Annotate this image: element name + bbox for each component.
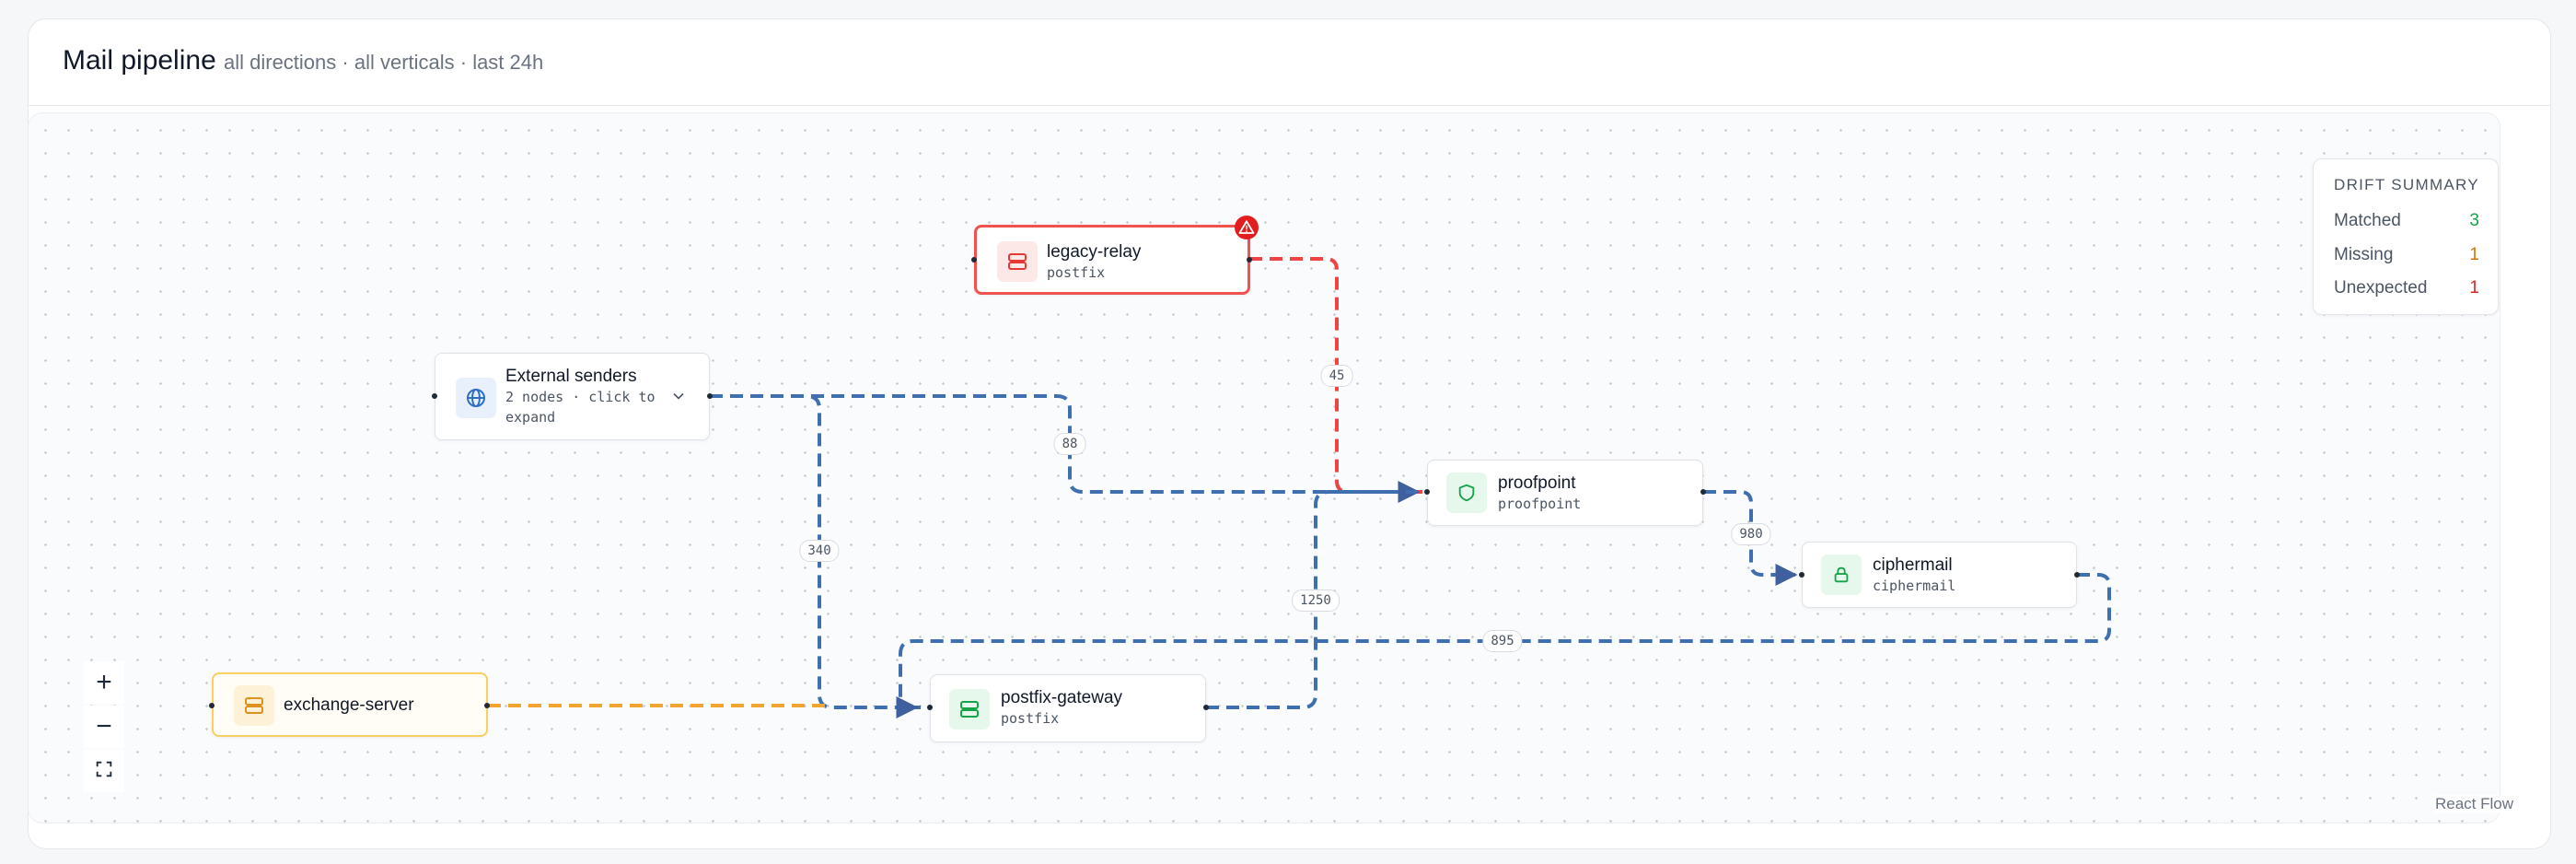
source-handle[interactable] bbox=[1203, 705, 1209, 710]
error-badge-icon bbox=[1235, 216, 1259, 239]
drift-summary-title: DRIFT SUMMARY bbox=[2334, 176, 2479, 193]
edge-label-88: 88 bbox=[1053, 433, 1086, 455]
edge-label-45: 45 bbox=[1320, 365, 1353, 387]
node-sublabel: postfix bbox=[1047, 264, 1106, 281]
target-handle[interactable] bbox=[971, 257, 977, 263]
server-icon bbox=[997, 241, 1038, 282]
drift-label: Matched bbox=[2334, 211, 2401, 230]
node-sublabel-line1: 2 nodes · click to bbox=[505, 389, 656, 405]
node-proofpoint[interactable]: proofpoint proofpoint bbox=[1427, 460, 1703, 526]
node-exchange-server[interactable]: exchange-server bbox=[212, 672, 488, 737]
node-label: External senders bbox=[505, 367, 637, 386]
zoom-controls: + − bbox=[84, 661, 124, 794]
node-label: legacy-relay bbox=[1047, 242, 1142, 262]
node-label: ciphermail bbox=[1873, 555, 1953, 575]
target-handle[interactable] bbox=[927, 705, 933, 710]
source-handle[interactable] bbox=[1247, 257, 1252, 263]
target-handle[interactable] bbox=[432, 393, 437, 399]
lock-icon bbox=[1821, 555, 1862, 595]
node-label: exchange-server bbox=[284, 695, 414, 715]
node-sublabel: postfix bbox=[1001, 710, 1060, 727]
source-handle[interactable] bbox=[1700, 489, 1706, 495]
shield-icon bbox=[1446, 473, 1487, 513]
fit-view-icon bbox=[94, 755, 114, 787]
target-handle[interactable] bbox=[1424, 489, 1430, 495]
source-handle[interactable] bbox=[484, 703, 490, 708]
drift-value-missing: 1 bbox=[2469, 245, 2479, 264]
node-label: postfix-gateway bbox=[1001, 688, 1123, 707]
drift-row-missing: Missing 1 bbox=[2334, 245, 2479, 267]
react-flow-attribution[interactable]: React Flow bbox=[2432, 795, 2517, 813]
drift-row-matched: Matched 3 bbox=[2334, 211, 2479, 233]
target-handle[interactable] bbox=[1799, 572, 1804, 578]
page-subtitle: all directions · all verticals · last 24… bbox=[224, 51, 544, 74]
edge-label-340: 340 bbox=[799, 540, 840, 562]
node-postfix-gateway[interactable]: postfix-gateway postfix bbox=[930, 674, 1206, 742]
drift-label: Unexpected bbox=[2334, 278, 2428, 298]
source-handle[interactable] bbox=[707, 393, 713, 399]
zoom-out-button[interactable]: − bbox=[84, 706, 124, 748]
node-sublabel: ciphermail bbox=[1873, 578, 1956, 594]
edge-label-980: 980 bbox=[1731, 523, 1771, 545]
drift-summary-panel: DRIFT SUMMARY Matched 3 Missing 1 Unexpe… bbox=[2313, 158, 2499, 315]
drift-row-unexpected: Unexpected 1 bbox=[2334, 278, 2479, 300]
chevron-down-icon[interactable] bbox=[669, 387, 688, 410]
fit-view-button[interactable] bbox=[84, 750, 124, 792]
card-header: Mail pipeline all directions · all verti… bbox=[29, 19, 2550, 106]
source-handle[interactable] bbox=[2074, 572, 2080, 578]
node-external-senders[interactable]: External senders 2 nodes · click to expa… bbox=[435, 353, 710, 440]
server-icon bbox=[949, 689, 990, 730]
drift-value-unexpected: 1 bbox=[2469, 278, 2479, 298]
node-sublabel-line2: expand bbox=[505, 409, 556, 426]
node-sublabel: proofpoint bbox=[1498, 496, 1582, 512]
node-legacy-relay[interactable]: legacy-relay postfix bbox=[974, 225, 1250, 295]
globe-icon bbox=[456, 378, 496, 418]
edge-label-895: 895 bbox=[1482, 630, 1523, 652]
server-icon bbox=[234, 685, 274, 726]
zoom-in-button[interactable]: + bbox=[84, 661, 124, 704]
node-ciphermail[interactable]: ciphermail ciphermail bbox=[1802, 542, 2077, 608]
page-title: Mail pipeline bbox=[63, 45, 216, 76]
drift-value-matched: 3 bbox=[2469, 211, 2479, 230]
node-label: proofpoint bbox=[1498, 473, 1576, 493]
drift-label: Missing bbox=[2334, 245, 2394, 264]
target-handle[interactable] bbox=[209, 703, 215, 708]
edge-label-1250: 1250 bbox=[1292, 590, 1340, 612]
